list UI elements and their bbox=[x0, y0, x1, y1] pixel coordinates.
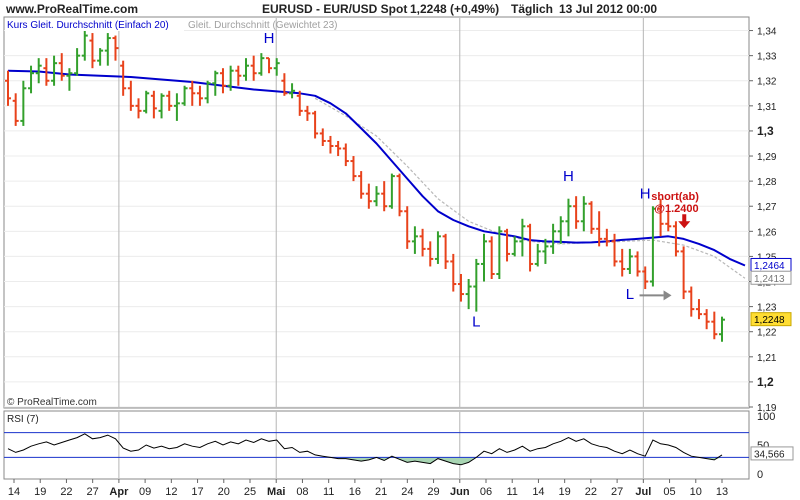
pivot-label: H bbox=[563, 168, 574, 185]
x-tick-label: 25 bbox=[244, 486, 256, 498]
instrument-title: EURUSD - EUR/USD Spot bbox=[262, 2, 407, 16]
y-tick-label: 1,26 bbox=[757, 227, 777, 238]
y-tick-label: 1,3 bbox=[757, 124, 774, 138]
y-tick-label: 1,28 bbox=[757, 177, 777, 188]
legend-wma[interactable]: Gleit. Durchschnitt (Gewichtet 23) bbox=[188, 20, 338, 31]
x-tick-label: 22 bbox=[60, 486, 72, 498]
x-tick-label: 10 bbox=[690, 486, 702, 498]
y-tick-label: 1,27 bbox=[757, 202, 777, 213]
x-tick-label: 12 bbox=[165, 486, 177, 498]
x-tick-label: Apr bbox=[109, 486, 129, 498]
y-tick-label: 1,32 bbox=[757, 77, 777, 88]
pivot-label: L bbox=[472, 314, 480, 331]
x-tick-label: Jun bbox=[450, 486, 470, 498]
x-tick-label: 24 bbox=[401, 486, 413, 498]
x-tick-label: 13 bbox=[716, 486, 728, 498]
x-tick-label: Jul bbox=[635, 486, 651, 498]
x-tick-label: 19 bbox=[559, 486, 571, 498]
short-note-line2: @1.2400 bbox=[654, 203, 698, 215]
y-tick-label: 1,31 bbox=[757, 102, 777, 113]
date-label: 13 Jul 2012 00:00 bbox=[559, 2, 657, 16]
short-note-line1: short(ab) bbox=[651, 191, 699, 203]
y-tick-label: 1,22 bbox=[757, 328, 777, 339]
x-tick-label: 17 bbox=[191, 486, 203, 498]
pivot-label: H bbox=[264, 30, 275, 47]
x-tick-label: 19 bbox=[34, 486, 46, 498]
x-tick-label: Mai bbox=[267, 486, 285, 498]
x-tick-label: 27 bbox=[611, 486, 623, 498]
y-tick-label: 1,2 bbox=[757, 375, 774, 389]
x-tick-label: 11 bbox=[507, 486, 518, 498]
quote-value: 1,2248 (+0,49%) bbox=[410, 2, 499, 16]
value-badge-text: 1,2248 bbox=[754, 315, 785, 326]
x-tick-label: 21 bbox=[375, 486, 387, 498]
y-tick-label: 1,29 bbox=[757, 152, 777, 163]
pivot-label: L bbox=[626, 286, 634, 303]
x-tick-label: 20 bbox=[218, 486, 230, 498]
x-tick-label: 09 bbox=[139, 486, 151, 498]
x-tick-label: 11 bbox=[323, 486, 334, 498]
rsi-panel bbox=[3, 410, 750, 480]
y-tick-label: 1,34 bbox=[757, 27, 777, 38]
rsi-title[interactable]: RSI (7) bbox=[7, 414, 39, 425]
y-tick-label: 1,23 bbox=[757, 303, 777, 314]
site-name: www.ProRealTime.com bbox=[5, 2, 138, 16]
x-tick-label: 29 bbox=[427, 486, 439, 498]
rsi-tick-label: 100 bbox=[757, 411, 775, 423]
period-label: Täglich bbox=[511, 2, 553, 16]
x-tick-label: 27 bbox=[87, 486, 99, 498]
x-tick-label: 14 bbox=[8, 486, 20, 498]
pivot-label: H bbox=[640, 186, 651, 203]
x-tick-label: 22 bbox=[585, 486, 597, 498]
copyright: © ProRealTime.com bbox=[7, 397, 97, 408]
x-tick-label: 05 bbox=[663, 486, 675, 498]
value-badge-text: 1,2464 bbox=[754, 261, 785, 272]
x-tick-label: 08 bbox=[296, 486, 308, 498]
legend-sma[interactable]: Kurs Gleit. Durchschnitt (Einfach 20) bbox=[7, 20, 169, 31]
y-tick-label: 1,33 bbox=[757, 52, 777, 63]
y-tick-label: 1,21 bbox=[757, 353, 777, 364]
x-tick-label: 14 bbox=[532, 486, 544, 498]
value-badge-text: 1,2413 bbox=[754, 274, 785, 285]
rsi-last-value: 34,566 bbox=[754, 449, 785, 460]
x-tick-label: 16 bbox=[349, 486, 361, 498]
rsi-tick-label: 0 bbox=[757, 469, 763, 481]
x-tick-label: 06 bbox=[480, 486, 492, 498]
chart-window: www.ProRealTime.com EURUSD - EUR/USD Spo… bbox=[0, 0, 800, 500]
